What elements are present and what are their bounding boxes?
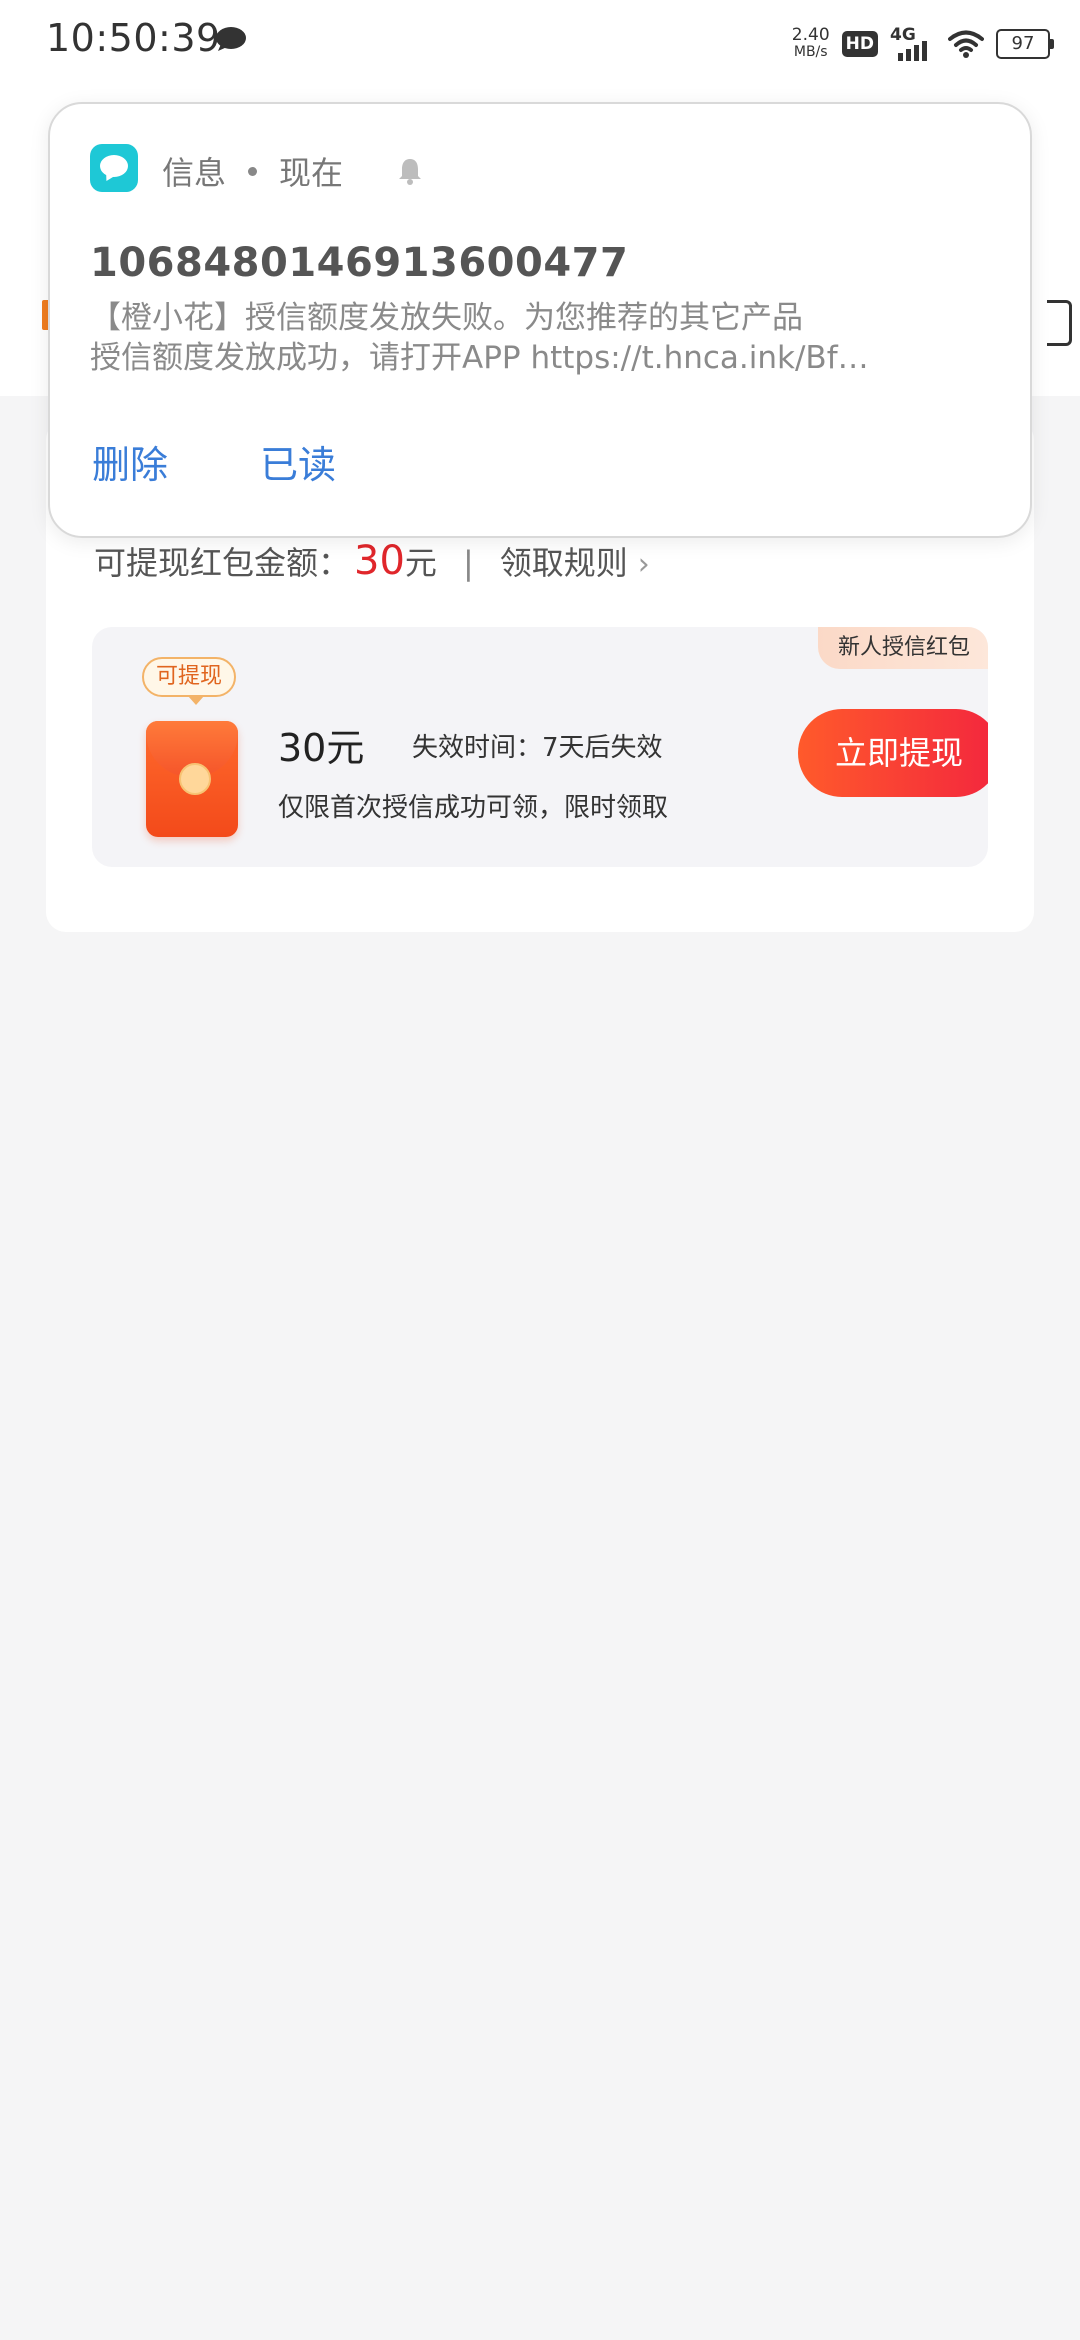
notification-app-name: 信息 xyxy=(162,154,227,192)
notification-header: 信息 现在 xyxy=(162,148,343,194)
chevron-right-icon[interactable]: › xyxy=(638,547,650,582)
status-time: 10:50:39 xyxy=(46,16,221,60)
divider: | xyxy=(462,544,474,582)
notification-body-line1: 【橙小花】授信额度发放失败。为您推荐的其它产品 xyxy=(90,300,803,336)
notification-body-line2: 授信额度发放成功，请打开APP https://t.hnca.ink/Bf… xyxy=(90,340,869,376)
hd-badge-icon: HD xyxy=(841,31,878,57)
wifi-icon xyxy=(948,30,984,58)
battery-icon: 97 xyxy=(996,29,1054,59)
notification-sender: 1068480146913600477 xyxy=(90,240,629,286)
rules-link[interactable]: 领取规则 xyxy=(500,538,628,584)
amount-label: 可提现红包金额： xyxy=(94,544,351,582)
coupon-item: 新人授信红包 可提现 30元 失效时间：7天后失效 仅限首次授信成功可领，限时领… xyxy=(92,627,988,867)
cellular-signal-icon: 4G xyxy=(890,25,936,63)
separator-dot xyxy=(248,166,258,176)
mark-read-button[interactable]: 已读 xyxy=(260,434,336,489)
status-icons: 2.40 MB/s HD 4G 97 xyxy=(792,22,1054,66)
coupon-description: 仅限首次授信成功可领，限时领取 xyxy=(278,793,669,823)
withdrawable-badge: 可提现 xyxy=(142,657,237,705)
withdraw-now-button[interactable]: 立即提现 xyxy=(798,709,988,797)
header-right-icon[interactable] xyxy=(1047,300,1072,346)
delete-button[interactable]: 删除 xyxy=(92,434,168,489)
network-speed-value: 2.40 xyxy=(791,25,830,45)
new-user-tag: 新人授信红包 xyxy=(817,627,988,669)
coupon-expiry: 失效时间：7天后失效 xyxy=(412,733,663,763)
withdrawable-amount-row: 可提现红包金额： 30 元 | 领取规则 › xyxy=(94,538,650,584)
notification-time: 现在 xyxy=(279,154,344,192)
status-bar: 10:50:39 2.40 MB/s HD 4G 97 xyxy=(0,0,1080,90)
red-envelope-icon xyxy=(146,721,238,837)
messages-app-icon xyxy=(90,144,138,192)
notification-body: 【橙小花】授信额度发放失败。为您推荐的其它产品 授信额度发放成功，请打开APP … xyxy=(90,298,990,378)
chat-notification-icon xyxy=(216,27,246,51)
coupon-amount: 30元 xyxy=(278,726,365,770)
sms-notification[interactable]: 信息 现在 1068480146913600477 【橙小花】授信额度发放失败。… xyxy=(48,102,1032,538)
amount-unit: 元 xyxy=(404,544,437,582)
network-speed: 2.40 MB/s xyxy=(792,27,830,61)
network-speed-unit: MB/s xyxy=(793,44,828,60)
bell-icon xyxy=(399,159,421,185)
amount-value: 30 xyxy=(354,538,405,584)
